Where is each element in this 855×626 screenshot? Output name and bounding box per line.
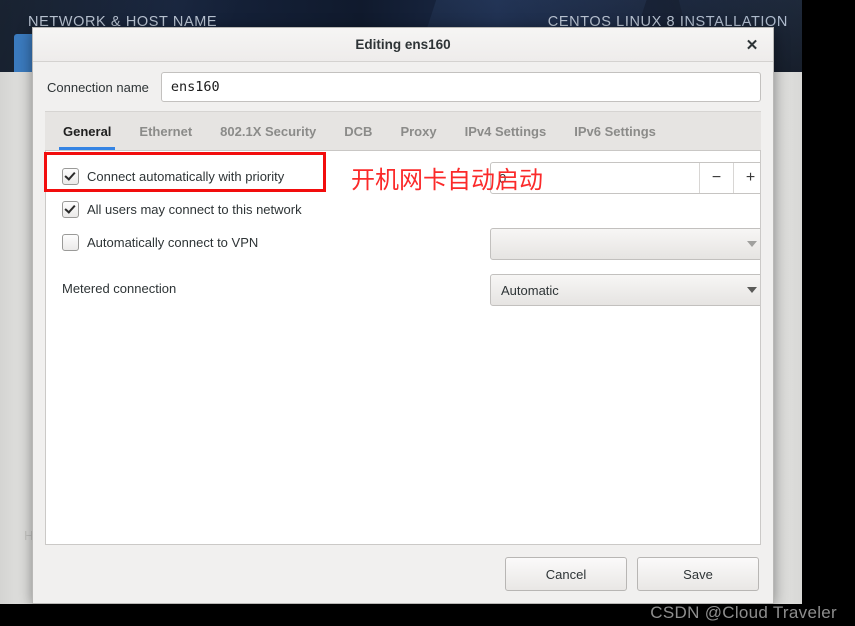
priority-increment-button[interactable]: + xyxy=(733,163,760,193)
tab-ipv6-settings[interactable]: IPv6 Settings xyxy=(560,114,670,150)
tab-ethernet[interactable]: Ethernet xyxy=(125,114,206,150)
metered-connection-value: Automatic xyxy=(501,282,559,298)
metered-connection-row: Metered connection xyxy=(62,281,176,296)
csdn-watermark: CSDN @Cloud Traveler xyxy=(650,603,837,622)
connect-automatically-label: Connect automatically with priority xyxy=(87,169,285,184)
tab-ipv4-settings[interactable]: IPv4 Settings xyxy=(451,114,561,150)
dialog-titlebar: Editing ens160 ✕ xyxy=(33,28,773,62)
connection-name-row: Connection name ens160 xyxy=(33,62,773,111)
screen: NETWORK & HOST NAME CENTOS LINUX 8 INSTA… xyxy=(0,0,855,626)
connect-automatically-checkbox[interactable] xyxy=(62,168,79,185)
all-users-row[interactable]: All users may connect to this network xyxy=(62,201,302,218)
chevron-down-icon xyxy=(747,287,757,293)
general-tab-panel: Connect automatically with priority All … xyxy=(45,151,761,545)
priority-stepper[interactable]: 0 − + xyxy=(490,162,760,194)
dialog-footer: Cancel Save xyxy=(33,545,773,603)
tab-dcb[interactable]: DCB xyxy=(330,114,386,150)
settings-tabbar: General Ethernet 802.1X Security DCB Pro… xyxy=(45,111,761,151)
connection-name-label: Connection name xyxy=(47,79,149,95)
connection-name-input[interactable]: ens160 xyxy=(160,72,761,102)
all-users-checkbox[interactable] xyxy=(62,201,79,218)
priority-input[interactable]: 0 xyxy=(491,163,699,193)
auto-vpn-row[interactable]: Automatically connect to VPN xyxy=(62,234,258,251)
cancel-button[interactable]: Cancel xyxy=(505,557,627,591)
metered-connection-select[interactable]: Automatic xyxy=(490,274,760,306)
tab-8021x-security[interactable]: 802.1X Security xyxy=(206,114,330,150)
tab-general[interactable]: General xyxy=(49,114,125,150)
chevron-down-icon xyxy=(747,241,757,247)
close-icon[interactable]: ✕ xyxy=(739,33,765,57)
auto-vpn-label: Automatically connect to VPN xyxy=(87,235,259,250)
dialog-title: Editing ens160 xyxy=(355,37,451,52)
all-users-label: All users may connect to this network xyxy=(87,202,302,217)
connect-automatically-row[interactable]: Connect automatically with priority xyxy=(62,168,284,185)
metered-connection-label: Metered connection xyxy=(62,281,177,296)
editing-connection-dialog: Editing ens160 ✕ Connection name ens160 … xyxy=(32,27,774,604)
vpn-connection-select[interactable] xyxy=(490,228,760,260)
priority-decrement-button[interactable]: − xyxy=(699,163,733,193)
auto-vpn-checkbox[interactable] xyxy=(62,234,79,251)
save-button[interactable]: Save xyxy=(637,557,759,591)
tab-proxy[interactable]: Proxy xyxy=(386,114,450,150)
